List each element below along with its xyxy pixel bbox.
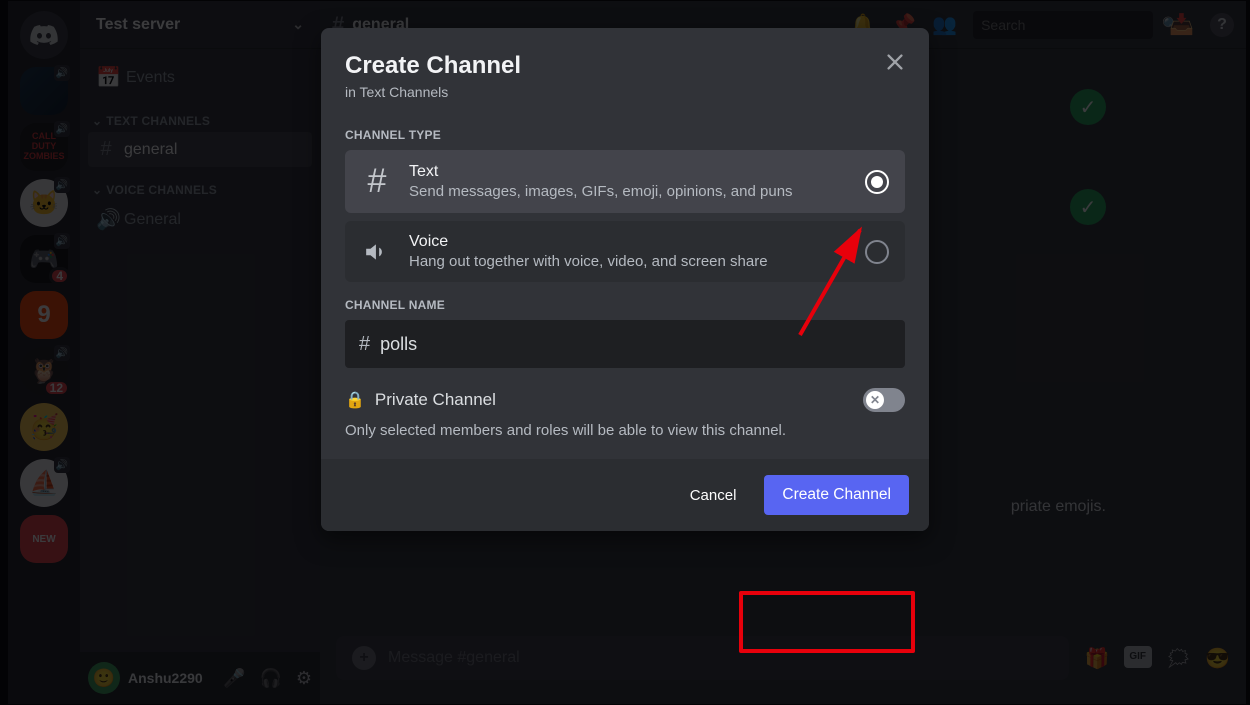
private-channel-desc: Only selected members and roles will be …: [321, 416, 929, 459]
create-channel-modal: Create Channel in Text Channels CHANNEL …: [321, 28, 929, 531]
close-button[interactable]: [881, 48, 909, 76]
modal-title: Create Channel: [345, 52, 905, 80]
modal-footer: Cancel Create Channel: [321, 459, 929, 531]
cancel-button[interactable]: Cancel: [678, 477, 749, 514]
channel-name-label: CHANNEL NAME: [321, 282, 929, 320]
modal-subtitle: in Text Channels: [345, 84, 905, 100]
radio-selected[interactable]: [865, 170, 889, 194]
hash-icon: #: [359, 333, 370, 356]
channel-name-input-wrapper[interactable]: #: [345, 320, 905, 368]
type-name: Voice: [409, 233, 849, 251]
private-channel-toggle[interactable]: ✕: [863, 388, 905, 412]
radio-unselected[interactable]: [865, 240, 889, 264]
channel-type-label: CHANNEL TYPE: [321, 112, 929, 150]
hash-icon: #: [361, 162, 393, 201]
create-channel-button[interactable]: Create Channel: [764, 475, 909, 515]
channel-type-text[interactable]: # Text Send messages, images, GIFs, emoj…: [345, 150, 905, 213]
toggle-knob: ✕: [866, 391, 884, 409]
type-name: Text: [409, 163, 849, 181]
type-desc: Hang out together with voice, video, and…: [409, 253, 849, 270]
private-channel-label: Private Channel: [375, 390, 853, 410]
lock-icon: 🔒: [345, 390, 365, 410]
channel-type-voice[interactable]: Voice Hang out together with voice, vide…: [345, 221, 905, 282]
type-desc: Send messages, images, GIFs, emoji, opin…: [409, 183, 849, 200]
close-icon: [884, 51, 906, 73]
speaker-icon: [361, 239, 393, 265]
channel-name-input[interactable]: [380, 334, 891, 355]
